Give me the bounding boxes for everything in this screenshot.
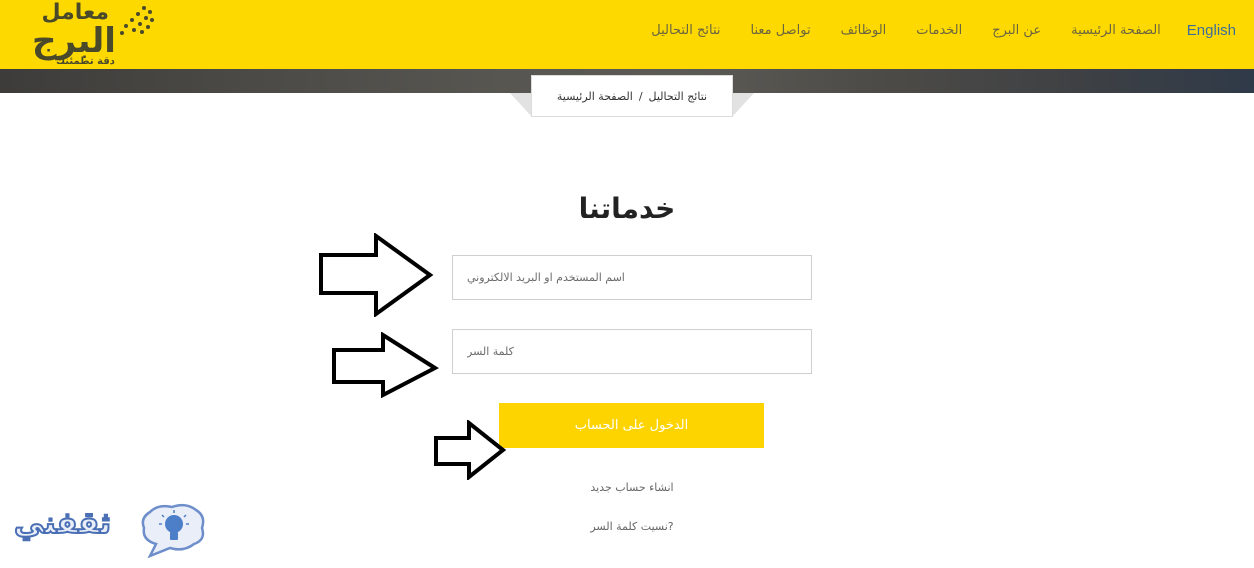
- page: معامل البرج دقة تطمئنك English الصفحة ال…: [0, 0, 1254, 568]
- login-button[interactable]: الدخول على الحساب: [499, 403, 764, 448]
- arrow-right-icon: [434, 420, 507, 480]
- nav-jobs[interactable]: الوظائف: [841, 23, 887, 38]
- password-input[interactable]: [452, 329, 812, 374]
- nav-home[interactable]: الصفحة الرئيسية: [1071, 23, 1161, 38]
- page-title: خدماتنا: [578, 192, 676, 225]
- nav-contact[interactable]: تواصل معنا: [751, 23, 811, 38]
- breadcrumb: نتائج التحاليل / الصفحة الرئيسية: [531, 75, 733, 117]
- arrow-right-icon: [332, 332, 439, 398]
- breadcrumb-ribbon-right: [732, 93, 754, 117]
- logo-dots-icon: [120, 4, 154, 36]
- site-logo[interactable]: معامل البرج دقة تطمئنك: [28, 2, 154, 68]
- main-nav: English الصفحة الرئيسية عن البرج الخدمات…: [621, 22, 1236, 39]
- username-email-input[interactable]: [452, 255, 812, 300]
- site-header: معامل البرج دقة تطمئنك English الصفحة ال…: [0, 0, 1254, 69]
- watermark-text: ثقفني: [13, 505, 113, 542]
- breadcrumb-current[interactable]: نتائج التحاليل: [649, 90, 708, 103]
- logo-brand: البرج: [32, 21, 116, 61]
- nav-about[interactable]: عن البرج: [992, 23, 1041, 38]
- nav-english[interactable]: English: [1187, 22, 1236, 39]
- logo-tagline: دقة تطمئنك: [56, 56, 115, 67]
- create-account-link[interactable]: انشاء حساب جديد: [0, 481, 1254, 494]
- breadcrumb-separator: /: [638, 89, 643, 103]
- breadcrumb-home[interactable]: الصفحة الرئيسية: [557, 90, 633, 103]
- nav-results[interactable]: نتائج التحاليل: [651, 23, 720, 38]
- nav-services[interactable]: الخدمات: [916, 23, 962, 38]
- arrow-right-icon: [319, 233, 434, 317]
- breadcrumb-ribbon-left: [510, 93, 532, 117]
- lightbulb-speech-bubble-icon: [141, 503, 205, 558]
- watermark-logo: ثقفني: [13, 500, 209, 560]
